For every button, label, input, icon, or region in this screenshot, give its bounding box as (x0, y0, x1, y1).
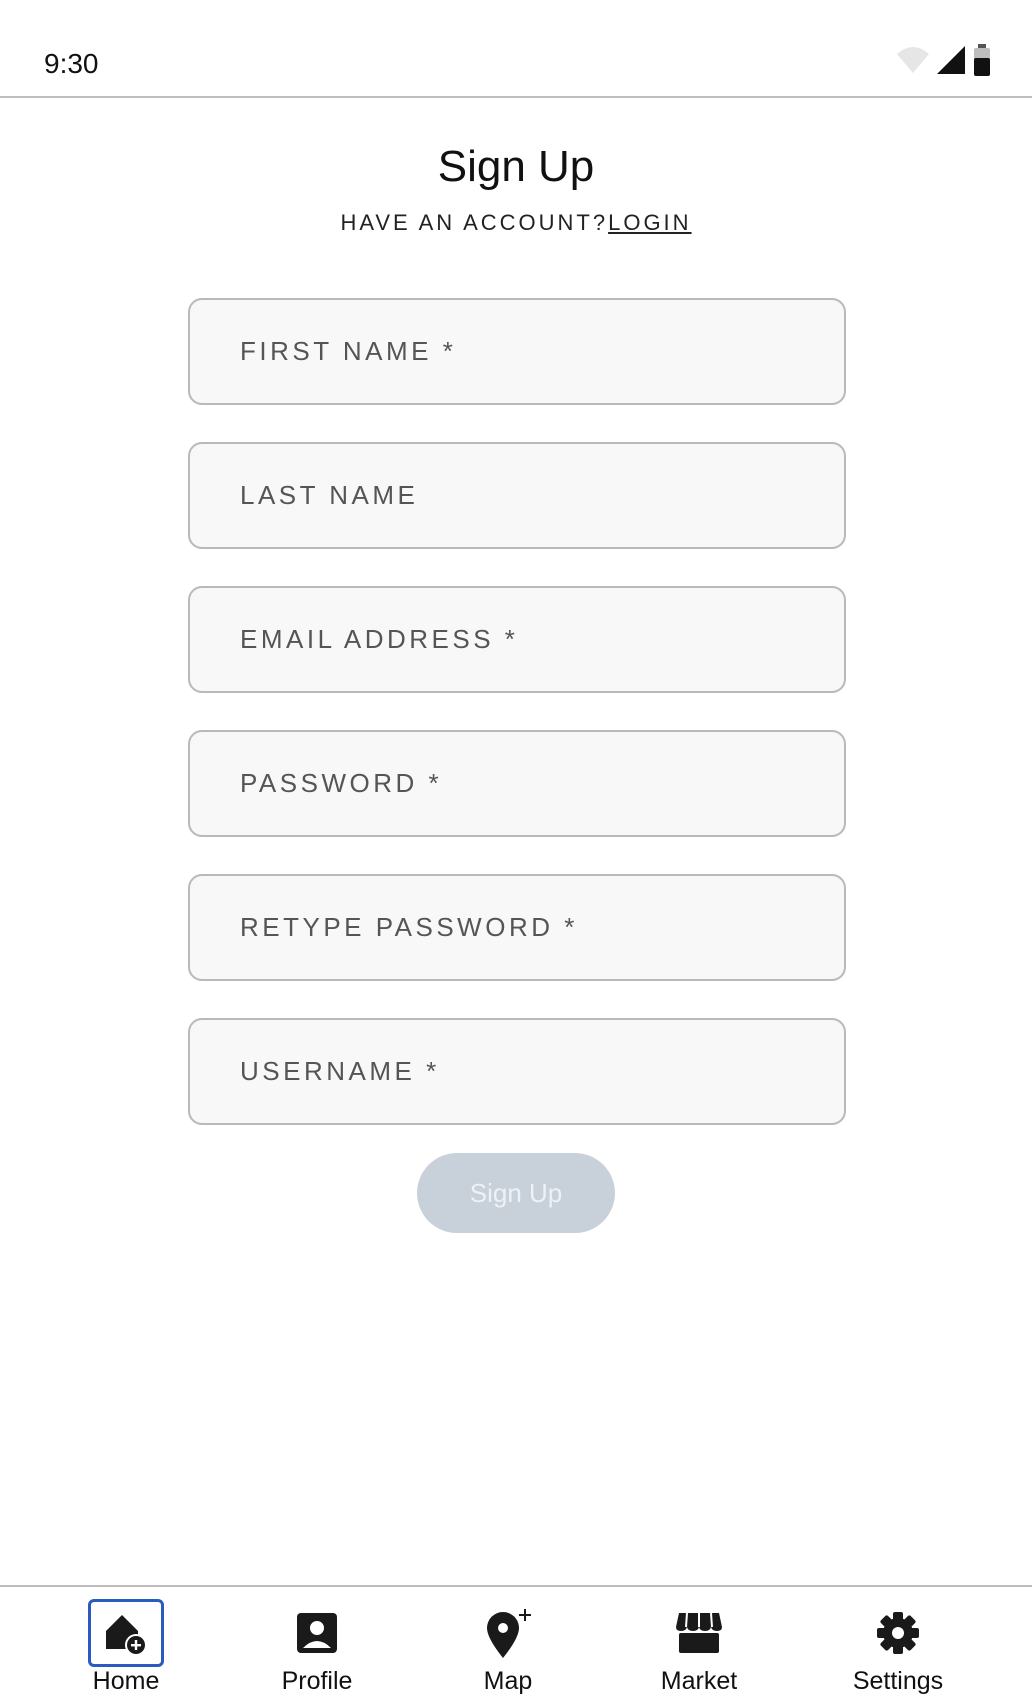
username-placeholder: USERNAME * (240, 1056, 440, 1086)
last-name-field[interactable]: LAST NAME (188, 442, 846, 549)
nav-item-settings[interactable]: Settings (818, 1587, 978, 1704)
bottom-nav: Home Profile Map Market Settings (0, 1585, 1032, 1704)
have-account-text: HAVE AN ACCOUNT? (340, 210, 609, 235)
first-name-field[interactable]: FIRST NAME * (188, 298, 846, 405)
email-placeholder: EMAIL ADDRESS * (240, 624, 519, 654)
username-field[interactable]: USERNAME * (188, 1018, 846, 1125)
status-bar: 9:30 (0, 0, 1032, 98)
nav-label-market: Market (660, 1667, 738, 1695)
storefront-icon (661, 1599, 737, 1667)
wifi-icon (896, 46, 930, 74)
nav-item-map[interactable]: Map (428, 1587, 588, 1704)
status-icons (896, 44, 992, 76)
cellular-signal-icon (936, 45, 966, 75)
nav-label-profile: Profile (281, 1667, 353, 1695)
nav-item-market[interactable]: Market (619, 1587, 779, 1704)
account-prompt: HAVE AN ACCOUNT?LOGIN (0, 210, 1032, 236)
retype-password-placeholder: RETYPE PASSWORD * (240, 912, 578, 942)
password-placeholder: PASSWORD * (240, 768, 443, 798)
last-name-placeholder: LAST NAME (240, 480, 419, 510)
sign-up-screen: 9:30 Sign Up HAVE AN ACCOUNT?LOGIN FIRST… (0, 0, 1032, 1704)
nav-item-home[interactable]: Home (46, 1587, 206, 1704)
battery-icon (972, 44, 992, 76)
nav-item-profile[interactable]: Profile (237, 1587, 397, 1704)
gear-icon (860, 1599, 936, 1667)
nav-label-home: Home (92, 1667, 160, 1695)
password-field[interactable]: PASSWORD * (188, 730, 846, 837)
home-add-icon (88, 1599, 164, 1667)
page-title: Sign Up (437, 142, 595, 191)
first-name-placeholder: FIRST NAME * (240, 336, 457, 366)
status-time: 9:30 (44, 48, 99, 79)
login-link[interactable]: LOGIN (608, 210, 691, 235)
nav-label-map: Map (483, 1667, 533, 1695)
profile-icon (279, 1599, 355, 1667)
sign-up-button[interactable]: Sign Up (417, 1153, 615, 1233)
map-pin-add-icon (470, 1599, 546, 1667)
email-field[interactable]: EMAIL ADDRESS * (188, 586, 846, 693)
retype-password-field[interactable]: RETYPE PASSWORD * (188, 874, 846, 981)
nav-label-settings: Settings (852, 1667, 944, 1695)
